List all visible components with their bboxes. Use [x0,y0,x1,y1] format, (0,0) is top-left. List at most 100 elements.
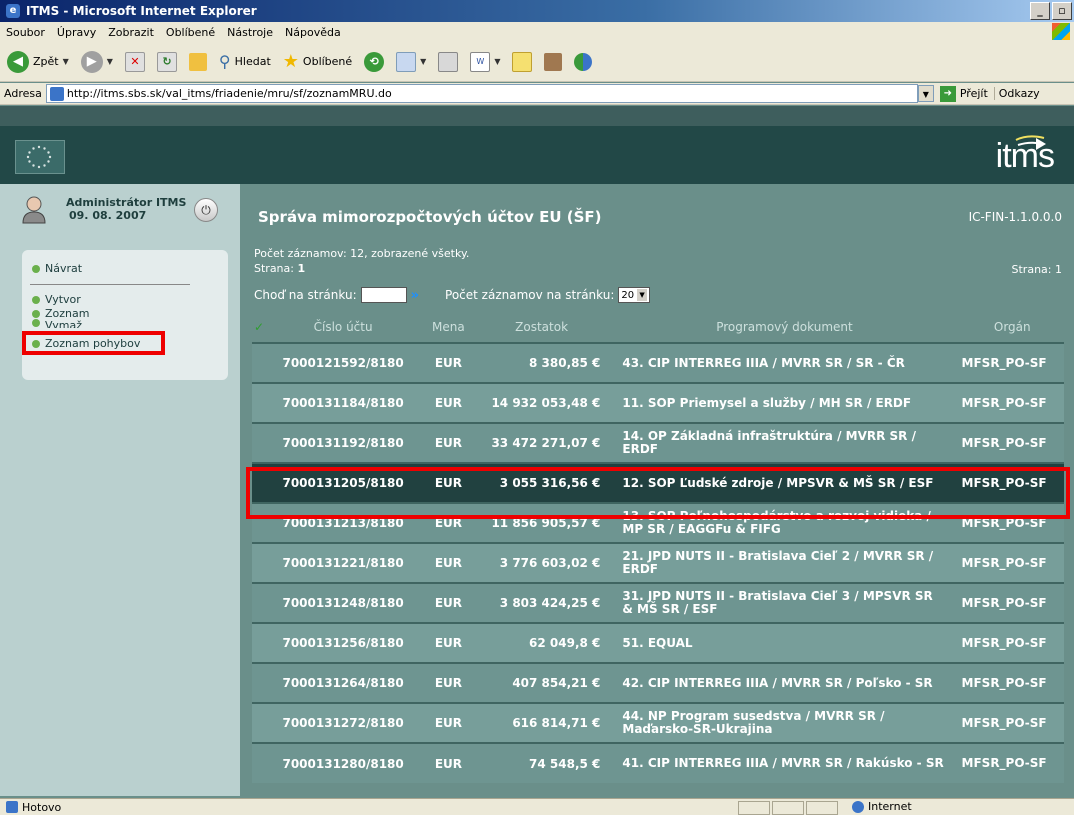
header-program-document[interactable]: Programový dokument [610,312,948,343]
table-row[interactable]: 7000121592/8180 EUR 8 380,85 €43. CIP INTE… [252,342,1064,383]
title-bar: e ITMS - Microsoft Internet Explorer _ ▫ [0,0,1074,22]
page-done-icon [6,801,18,813]
links-button[interactable]: Odkazy [993,87,1040,100]
app-header [0,126,1074,184]
forward-arrow-icon: ▶ [80,50,103,73]
cell-currency: EUR [415,422,482,463]
table-row[interactable]: 7000131248/8180 EUR 3 803 424,25 €31. JPD … [252,582,1064,623]
table-row[interactable]: 7000131272/8180 EUR 616 814,71 €44. NP Pro… [252,702,1064,743]
menu-tools[interactable]: Nástroje [221,26,279,39]
table-row[interactable]: 7000131221/8180 EUR 3 776 603,02 €21. JPD … [252,542,1064,583]
table-row[interactable]: 7000131264/8180 EUR 407 854,21 €42. CIP IN… [252,662,1064,703]
cell-account-number[interactable]: 7000121592/8180 [271,342,415,383]
menu-edit[interactable]: Úpravy [51,26,102,39]
cell-organ: MFSR_PO-SF [947,382,1064,423]
chevron-down-icon: ▼ [420,57,427,66]
sort-column-header[interactable]: ✓ [252,312,272,343]
stop-button[interactable]: ✕ [122,50,148,74]
cell-organ: MFSR_PO-SF [947,542,1064,583]
row-sort-cell [252,702,272,743]
table-row[interactable]: 7000131192/8180 EUR 33 472 271,07 €14. OP … [252,422,1064,463]
user-date: 09. 08. 2007 [69,209,147,222]
sidebar-item-vymaz[interactable]: Vymaž [32,319,82,328]
address-input[interactable]: http://itms.sbs.sk/val_itms/friadenie/mr… [45,84,918,103]
go-arrow-icon[interactable]: ➜ [939,85,956,102]
history-button[interactable]: ⟲ [361,50,387,74]
address-dropdown[interactable]: ▼ [917,85,934,102]
refresh-button[interactable]: ↻ [154,50,180,74]
cell-organ: MFSR_PO-SF [947,622,1064,663]
goto-page-input[interactable] [360,287,407,303]
eu-flag-icon [15,140,65,174]
table-row[interactable]: 7000131256/8180 EUR 62 049,8 €51. EQUAL MFS… [252,622,1064,663]
cell-organ: MFSR_PO-SF [947,742,1064,783]
search-icon: ⚲ [218,52,231,71]
messenger-button[interactable] [571,51,595,73]
sidebar-divider [30,284,190,285]
cell-program-document: 51. EQUAL [610,622,948,663]
back-button[interactable]: ◀ Zpět ▼ [4,49,72,75]
mail-button[interactable]: ▼ [393,50,429,74]
header-organ[interactable]: Orgán [947,312,1064,343]
address-bar: Adresa http://itms.sbs.sk/val_itms/friad… [0,83,1074,105]
search-label: Hledat [234,55,271,68]
header-account-number[interactable]: Číslo účtu [271,312,415,343]
cell-currency: EUR [415,542,482,583]
header-currency[interactable]: Mena [415,312,482,343]
menu-help[interactable]: Nápověda [279,26,347,39]
records-count: Počet záznamov: 12, zobrazené všetky. [254,247,470,260]
row-sort-cell [252,622,272,663]
zone-label: Internet [868,800,912,813]
maximize-button[interactable]: ▫ [1052,2,1072,20]
header-balance[interactable]: Zostatok [481,312,611,343]
cell-account-number[interactable]: 7000131184/8180 [271,382,415,423]
favorites-button[interactable]: ★ Oblíbené [280,49,355,74]
cell-currency: EUR [415,702,482,743]
menu-favorites[interactable]: Oblíbené [160,26,221,39]
menu-file[interactable]: Soubor [0,26,51,39]
cell-account-number[interactable]: 7000131192/8180 [271,422,415,463]
cell-account-number[interactable]: 7000131264/8180 [271,662,415,703]
per-page-select[interactable]: 20 ▼ [618,287,651,303]
itms-logo-arrow-icon [1015,135,1046,150]
cell-account-number[interactable]: 7000131272/8180 [271,702,415,743]
logout-power-icon[interactable]: ⏻ [194,198,218,222]
research-button[interactable] [541,51,565,73]
home-icon [188,52,207,71]
sidebar-highlight-box [22,331,165,355]
table-row[interactable]: 7000131280/8180 EUR 74 548,5 €41. CIP INTE… [252,742,1064,783]
discuss-button[interactable] [509,50,535,74]
cell-account-number[interactable]: 7000131256/8180 [271,622,415,663]
cell-balance: 62 049,8 € [481,622,611,663]
edit-button[interactable]: W ▼ [467,50,503,74]
cell-account-number[interactable]: 7000131248/8180 [271,582,415,623]
bullet-icon [32,295,40,304]
messenger-icon [574,52,593,71]
cell-balance: 3 803 424,25 € [481,582,611,623]
cell-organ: MFSR_PO-SF [947,422,1064,463]
cell-organ: MFSR_PO-SF [947,662,1064,703]
sidebar-item-navrat[interactable]: Návrat [32,262,82,275]
word-icon: W [470,51,491,72]
forward-button[interactable]: ▶ ▼ [78,49,116,75]
go-button[interactable]: Přejít [956,87,994,100]
row-sort-cell [252,382,272,423]
address-url: http://itms.sbs.sk/val_itms/friadenie/mr… [66,87,392,100]
home-button[interactable] [186,51,210,73]
sidebar-item-label: Návrat [45,262,83,275]
minimize-button[interactable]: _ [1030,2,1050,20]
table-row[interactable]: 7000131184/8180 EUR 14 932 053,48 €11. SOP… [252,382,1064,423]
search-button[interactable]: ⚲ Hledat [216,50,274,73]
records-info: Počet záznamov: 12, zobrazené všetky. St… [254,246,469,276]
cell-account-number[interactable]: 7000131221/8180 [271,542,415,583]
print-button[interactable] [435,50,461,74]
mail-icon [396,51,417,72]
cell-account-number[interactable]: 7000131280/8180 [271,742,415,783]
sidebar-item-vytvor[interactable]: Vytvor [32,293,81,306]
app-top-strip [0,106,1074,126]
cell-currency: EUR [415,582,482,623]
window-title: ITMS - Microsoft Internet Explorer [26,4,257,18]
goto-page-arrow-icon[interactable]: » [411,288,419,303]
menu-view[interactable]: Zobrazit [102,26,160,39]
per-page-value: 20 [621,289,635,301]
